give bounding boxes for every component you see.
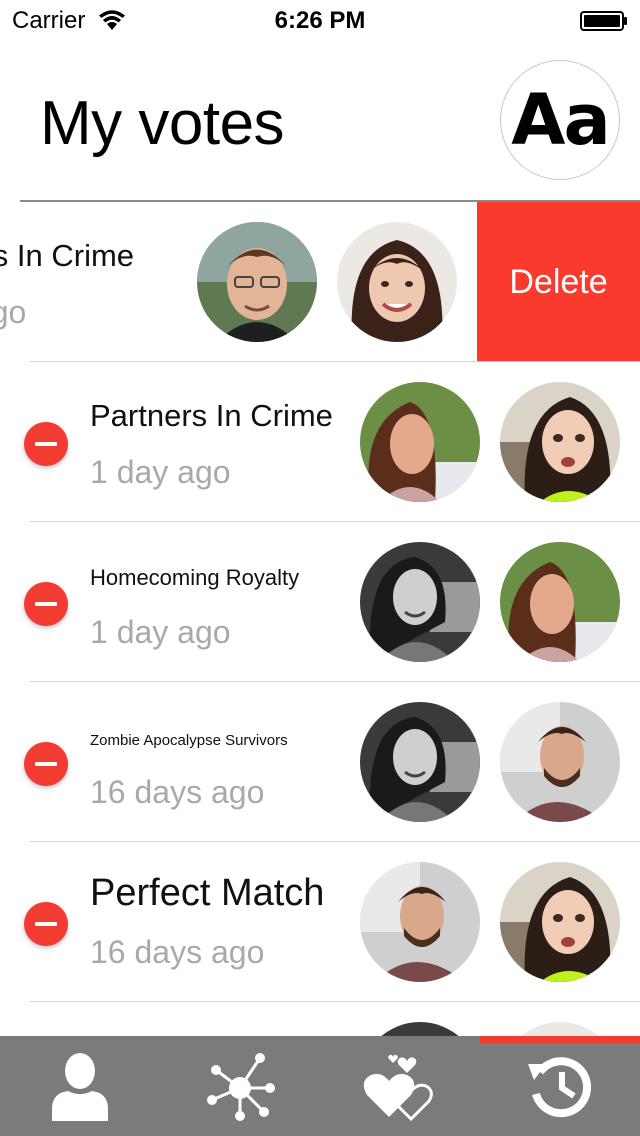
swiped-row-content: ners In Crime y ago [0,202,478,362]
list-item[interactable]: Zombie Apocalypse Survivors 16 days ago [0,682,640,842]
avatar[interactable] [360,1022,480,1036]
status-bar: Carrier 6:26 PM [0,0,640,40]
row-title: Homecoming Royalty [90,565,300,590]
delete-toggle-button[interactable] [24,902,68,946]
tab-history[interactable] [480,1036,640,1136]
row-title: Partners In Crime [90,398,333,433]
avatar[interactable] [500,702,620,822]
row-title: Zombie Apocalypse Survivors [90,732,288,749]
avatar[interactable] [360,542,480,662]
selected-tab-indicator [480,1036,640,1043]
hearts-icon [363,1054,433,1121]
row-time: 16 days ago [90,934,265,970]
history-icon [528,1057,592,1118]
status-time: 6:26 PM [274,7,366,34]
list-item[interactable]: Homecoming Royalty 1 day ago [0,522,640,682]
profile-icon [52,1053,108,1121]
votes-list[interactable]: ners In Crime y ago Delete Partners In C… [0,202,640,1036]
delete-toggle-button[interactable] [24,582,68,626]
avatar[interactable] [500,542,620,662]
network-icon [207,1053,275,1121]
avatar[interactable] [360,862,480,982]
delete-toggle-button[interactable] [24,742,68,786]
battery-icon [580,11,627,31]
tab-hearts[interactable] [320,1036,480,1136]
avatar[interactable] [500,862,620,982]
row-time: 1 day ago [90,454,231,490]
tab-network[interactable] [160,1036,320,1136]
tab-profile[interactable] [0,1036,160,1136]
row-time: 16 days ago [90,774,265,810]
avatar[interactable] [337,222,457,342]
avatar[interactable] [500,382,620,502]
avatar[interactable] [197,222,317,342]
tab-bar [0,1036,640,1136]
list-item-swiped[interactable]: ners In Crime y ago Delete [0,202,640,362]
list-item[interactable]: Perfect Match 16 days ago [0,842,640,1002]
row-title: ners In Crime [0,238,135,273]
avatar[interactable] [360,382,480,502]
page-title: My votes [40,89,285,158]
font-size-button[interactable]: Aa [500,60,620,180]
row-title: Perfect Match [90,872,325,914]
row-time: 1 day ago [90,614,231,650]
delete-toggle-button[interactable] [24,422,68,466]
row-time: y ago [0,294,27,330]
font-button-label: Aa [511,79,610,161]
list-item[interactable] [0,1002,640,1036]
avatar[interactable] [500,1022,620,1036]
delete-button[interactable]: Delete [477,202,640,362]
avatar[interactable] [360,702,480,822]
list-item[interactable]: Partners In Crime 1 day ago [0,362,640,522]
